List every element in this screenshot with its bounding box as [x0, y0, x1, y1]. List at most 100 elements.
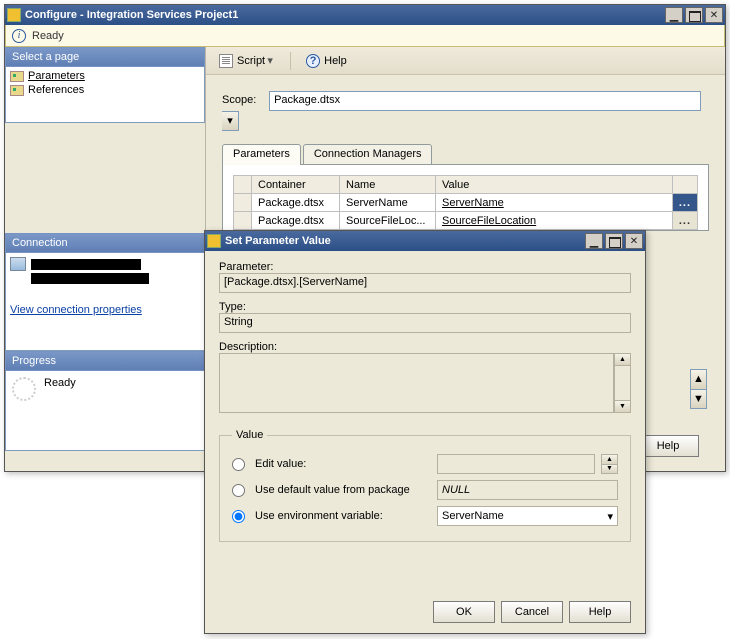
cell-name: ServerName: [340, 194, 436, 212]
table-row[interactable]: Package.dtsx ServerName ServerName ...: [234, 194, 698, 212]
tabs: Parameters Connection Managers: [222, 143, 709, 165]
cell-name: SourceFileLoc...: [340, 212, 436, 230]
arrow-down-icon[interactable]: ▼: [691, 389, 706, 409]
dialog-maximize-button[interactable]: [605, 233, 623, 249]
browse-button[interactable]: ...: [672, 212, 697, 230]
progress-header: Progress: [5, 351, 205, 371]
cell-container: Package.dtsx: [252, 212, 340, 230]
chevron-down-icon[interactable]: ▾: [265, 54, 275, 67]
browse-button[interactable]: ...: [672, 194, 697, 212]
redacted-text: [31, 273, 149, 284]
configure-titlebar[interactable]: Configure - Integration Services Project…: [5, 5, 725, 25]
table-row[interactable]: Package.dtsx SourceFileLoc... SourceFile…: [234, 212, 698, 230]
info-icon: i: [12, 29, 26, 43]
cell-value[interactable]: ServerName: [436, 194, 673, 212]
dialog-close-button[interactable]: [625, 233, 643, 249]
page-icon: [10, 71, 24, 82]
edit-value-updown[interactable]: ▲ ▼: [601, 454, 618, 474]
sidebar-item-parameters[interactable]: Parameters: [8, 69, 202, 83]
radio-edit-value[interactable]: [232, 458, 245, 471]
col-container[interactable]: Container: [252, 176, 340, 194]
script-button[interactable]: Script ▾: [212, 51, 282, 71]
value-group: Value Edit value: ▲ ▼ Use default value …: [219, 429, 631, 542]
sidebar-item-label: References: [28, 84, 84, 96]
ok-button[interactable]: OK: [433, 601, 495, 623]
configure-icon: [7, 8, 21, 22]
parameter-field: [Package.dtsx].[ServerName]: [219, 273, 631, 293]
help-icon: ?: [306, 54, 320, 68]
radio-env-label[interactable]: Use environment variable:: [255, 510, 431, 522]
arrow-up-icon[interactable]: ▲: [602, 455, 617, 464]
dialog-help-button[interactable]: Help: [569, 601, 631, 623]
row-selector[interactable]: [234, 212, 252, 230]
col-value[interactable]: Value: [436, 176, 673, 194]
dialog-icon: [207, 234, 221, 248]
grid-scroll-updown[interactable]: ▲ ▼: [690, 369, 707, 409]
side-panel: Select a page Parameters References Conn…: [5, 47, 205, 471]
grid-header-row: Container Name Value: [234, 176, 698, 194]
chevron-down-icon[interactable]: ▾: [607, 510, 613, 523]
description-field: [219, 353, 614, 413]
radio-environment-variable[interactable]: [232, 510, 245, 523]
tab-connection-managers[interactable]: Connection Managers: [303, 144, 433, 164]
maximize-button[interactable]: [685, 7, 703, 23]
tab-parameters[interactable]: Parameters: [222, 144, 301, 165]
help-button[interactable]: Help: [637, 435, 699, 457]
dialog-buttons: OK Cancel Help: [433, 601, 631, 623]
arrow-up-icon[interactable]: ▲: [615, 354, 630, 365]
tab-body: Container Name Value Package.dtsx Server…: [222, 165, 709, 231]
scope-label: Scope:: [222, 94, 266, 106]
scope-field[interactable]: Package.dtsx: [269, 91, 701, 111]
ready-text: Ready: [32, 30, 64, 42]
radio-default-value[interactable]: [232, 484, 245, 497]
toolbar: Script ▾ ? Help: [206, 47, 725, 75]
view-connection-properties-link[interactable]: View connection properties: [10, 304, 142, 316]
edit-value-field[interactable]: [437, 454, 595, 474]
progress-text: Ready: [44, 377, 76, 389]
default-value-field: NULL: [437, 480, 618, 500]
radio-default-row: Use default value from package NULL: [232, 477, 618, 503]
toolbar-separator: [290, 52, 291, 70]
radio-default-label[interactable]: Use default value from package: [255, 484, 431, 496]
radio-env-row: Use environment variable: ServerName ▾: [232, 503, 618, 529]
configure-title: Configure - Integration Services Project…: [25, 9, 663, 21]
dialog-body: Parameter: [Package.dtsx].[ServerName] T…: [205, 251, 645, 633]
redacted-text: [31, 259, 141, 270]
dialog-titlebar[interactable]: Set Parameter Value: [205, 231, 645, 251]
server-icon: [10, 257, 26, 271]
cell-value[interactable]: SourceFileLocation: [436, 212, 673, 230]
dialog-title: Set Parameter Value: [225, 235, 583, 247]
connection-header: Connection: [5, 233, 205, 253]
page-icon: [10, 85, 24, 96]
radio-edit-value-label[interactable]: Edit value:: [255, 458, 431, 470]
scope-dropdown-button[interactable]: ▾: [222, 111, 239, 131]
row-selector[interactable]: [234, 194, 252, 212]
progress-panel: Ready: [5, 371, 205, 451]
help-toolbar-button[interactable]: ? Help: [299, 51, 354, 71]
cancel-button[interactable]: Cancel: [501, 601, 563, 623]
script-icon: [219, 54, 233, 68]
radio-edit-value-row: Edit value: ▲ ▼: [232, 451, 618, 477]
ready-bar: i Ready: [5, 25, 725, 47]
col-name[interactable]: Name: [340, 176, 436, 194]
type-field: String: [219, 313, 631, 333]
description-label: Description:: [219, 341, 631, 353]
select-page-header: Select a page: [5, 47, 205, 67]
parameter-label: Parameter:: [219, 261, 631, 273]
progress-spinner-icon: [12, 377, 36, 401]
minimize-button[interactable]: [665, 7, 683, 23]
value-legend: Value: [232, 429, 267, 441]
connection-panel: View connection properties: [5, 253, 205, 351]
close-button[interactable]: [705, 7, 723, 23]
page-list: Parameters References: [5, 67, 205, 123]
arrow-down-icon[interactable]: ▼: [615, 400, 630, 412]
help-label: Help: [324, 55, 347, 67]
arrow-up-icon[interactable]: ▲: [691, 370, 706, 389]
dialog-minimize-button[interactable]: [585, 233, 603, 249]
grid-corner: [234, 176, 252, 194]
arrow-down-icon[interactable]: ▼: [602, 464, 617, 474]
description-scroll[interactable]: ▲ ▼: [614, 353, 631, 413]
col-actions: [672, 176, 697, 194]
sidebar-item-references[interactable]: References: [8, 83, 202, 97]
env-variable-select[interactable]: ServerName ▾: [437, 506, 618, 526]
